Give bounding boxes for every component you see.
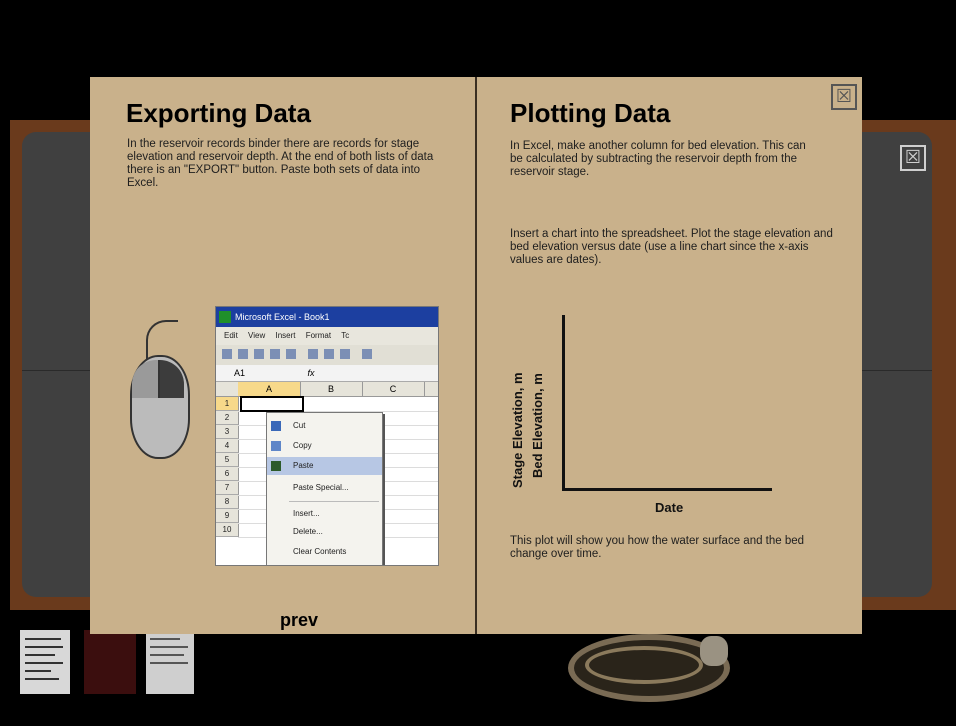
plot-x-label: Date <box>655 500 684 515</box>
excel-screenshot: Microsoft Excel - Book1 Edit View Insert… <box>215 306 439 566</box>
close-icon[interactable]: ☒ <box>831 84 857 110</box>
print-icon <box>308 349 318 359</box>
context-menu-item-copy: Copy <box>267 437 382 455</box>
context-menu-item-insert: Insert... <box>293 509 320 518</box>
cut-icon <box>362 349 372 359</box>
row-header: 3 <box>216 425 239 439</box>
row-header: 4 <box>216 439 239 453</box>
left-page-text: In the reservoir records binder there ar… <box>127 138 434 189</box>
active-cell <box>240 396 304 412</box>
column-header: A <box>238 382 301 396</box>
row-header: 5 <box>216 453 239 467</box>
excel-column-headers: A B C <box>216 382 438 397</box>
open-icon <box>238 349 248 359</box>
row-header: 10 <box>216 523 239 537</box>
plot-y-axis <box>562 315 565 490</box>
right-page-text-3: This plot will show you how the water su… <box>510 535 805 560</box>
fx-icon: fx <box>307 368 315 378</box>
right-page-text-1: In Excel, make another column for bed el… <box>510 140 806 178</box>
new-icon <box>222 349 232 359</box>
excel-toolbar <box>216 345 438 365</box>
column-header: C <box>362 382 425 396</box>
column-header: B <box>300 382 363 396</box>
excel-titlebar: Microsoft Excel - Book1 <box>216 307 438 327</box>
context-menu-item-clear-contents: Clear Contents <box>293 547 347 556</box>
cut-icon <box>271 421 281 431</box>
rope-weight-icon <box>700 636 728 666</box>
left-page-title: Exporting Data <box>126 98 311 128</box>
context-menu-item-delete: Delete... <box>293 527 323 536</box>
excel-menu-item: Tc <box>341 331 350 340</box>
permission-icon <box>270 349 280 359</box>
row-header: 7 <box>216 481 239 495</box>
excel-icon <box>219 311 231 323</box>
context-menu-item-paste: Paste <box>267 457 382 475</box>
context-menu-item-paste-special: Paste Special... <box>293 483 349 492</box>
row-header: 9 <box>216 509 239 523</box>
row-header: 2 <box>216 411 239 425</box>
rope-coil-inner <box>585 646 703 684</box>
plot-y-label-bed: Bed Elevation, m <box>530 373 545 478</box>
excel-menu-item: Format <box>305 331 332 340</box>
plot-y-label-stage: Stage Elevation, m <box>510 372 525 488</box>
name-box: A1 <box>234 368 246 378</box>
book-spine <box>475 77 477 634</box>
preview-icon <box>324 349 334 359</box>
row-header: 8 <box>216 495 239 509</box>
thumbnail-binder[interactable] <box>84 630 136 694</box>
excel-formula-bar: A1 fx <box>216 365 438 382</box>
excel-title: Microsoft Excel - Book1 <box>235 312 330 322</box>
email-icon <box>286 349 296 359</box>
right-page-text-2: Insert a chart into the spreadsheet. Plo… <box>510 228 833 266</box>
context-menu-item-cut: Cut <box>267 417 382 435</box>
excel-menu-item: Edit <box>224 331 238 340</box>
thumbnail-instructions[interactable] <box>146 630 194 694</box>
spelling-icon <box>340 349 350 359</box>
plot-y-labels: Stage Elevation, m Bed Elevation, m <box>508 330 556 490</box>
row-header: 1 <box>216 397 239 411</box>
excel-menu-item: Insert <box>275 331 296 340</box>
row-header: 6 <box>216 467 239 481</box>
excel-menubar: Edit View Insert Format Tc <box>216 327 438 345</box>
plot-x-axis <box>562 488 772 491</box>
copy-icon <box>271 441 281 451</box>
prev-button[interactable]: prev <box>280 610 318 631</box>
save-icon <box>254 349 264 359</box>
right-page-title: Plotting Data <box>510 98 671 128</box>
paste-icon <box>271 461 281 471</box>
background-close-icon[interactable]: ☒ <box>900 145 926 171</box>
excel-menu-item: View <box>248 331 266 340</box>
thumbnail-records-document[interactable] <box>20 630 70 694</box>
context-menu: Cut Copy Paste Paste Special... Insert..… <box>266 412 383 565</box>
